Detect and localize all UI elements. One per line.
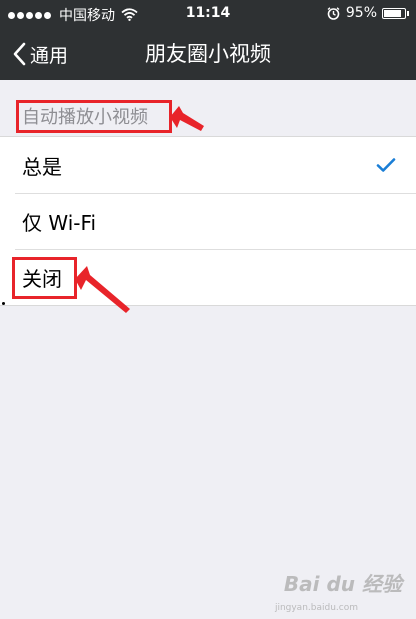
annotation-box-header	[16, 100, 172, 133]
annotation-arrow-icon	[75, 266, 130, 313]
stray-dot	[2, 302, 5, 305]
option-always[interactable]: 总是	[0, 137, 416, 193]
checkmark-icon	[376, 158, 396, 172]
back-label: 通用	[30, 44, 69, 67]
annotation-box-off	[12, 257, 77, 299]
watermark-url: jingyan.baidu.com	[274, 603, 358, 613]
option-label: 总是	[22, 154, 62, 179]
option-label: 仅 Wi-Fi	[22, 210, 97, 235]
annotation-arrow-icon	[170, 106, 204, 131]
battery-icon	[382, 7, 409, 19]
chevron-left-icon	[13, 42, 26, 66]
navigation-bar: 朋友圈小视频 通用	[0, 28, 416, 80]
battery-percent: 95%	[345, 5, 377, 21]
battery-fill	[384, 9, 401, 17]
alarm-icon	[327, 6, 340, 20]
status-bar: 中国移动 11:14 95%	[0, 0, 416, 28]
back-button[interactable]: 通用	[12, 28, 68, 80]
status-right: 95%	[327, 5, 409, 21]
watermark-logo: Bai du 经验	[283, 572, 402, 596]
battery-nub	[407, 10, 409, 16]
option-wifi-only[interactable]: 仅 Wi-Fi	[0, 193, 416, 249]
